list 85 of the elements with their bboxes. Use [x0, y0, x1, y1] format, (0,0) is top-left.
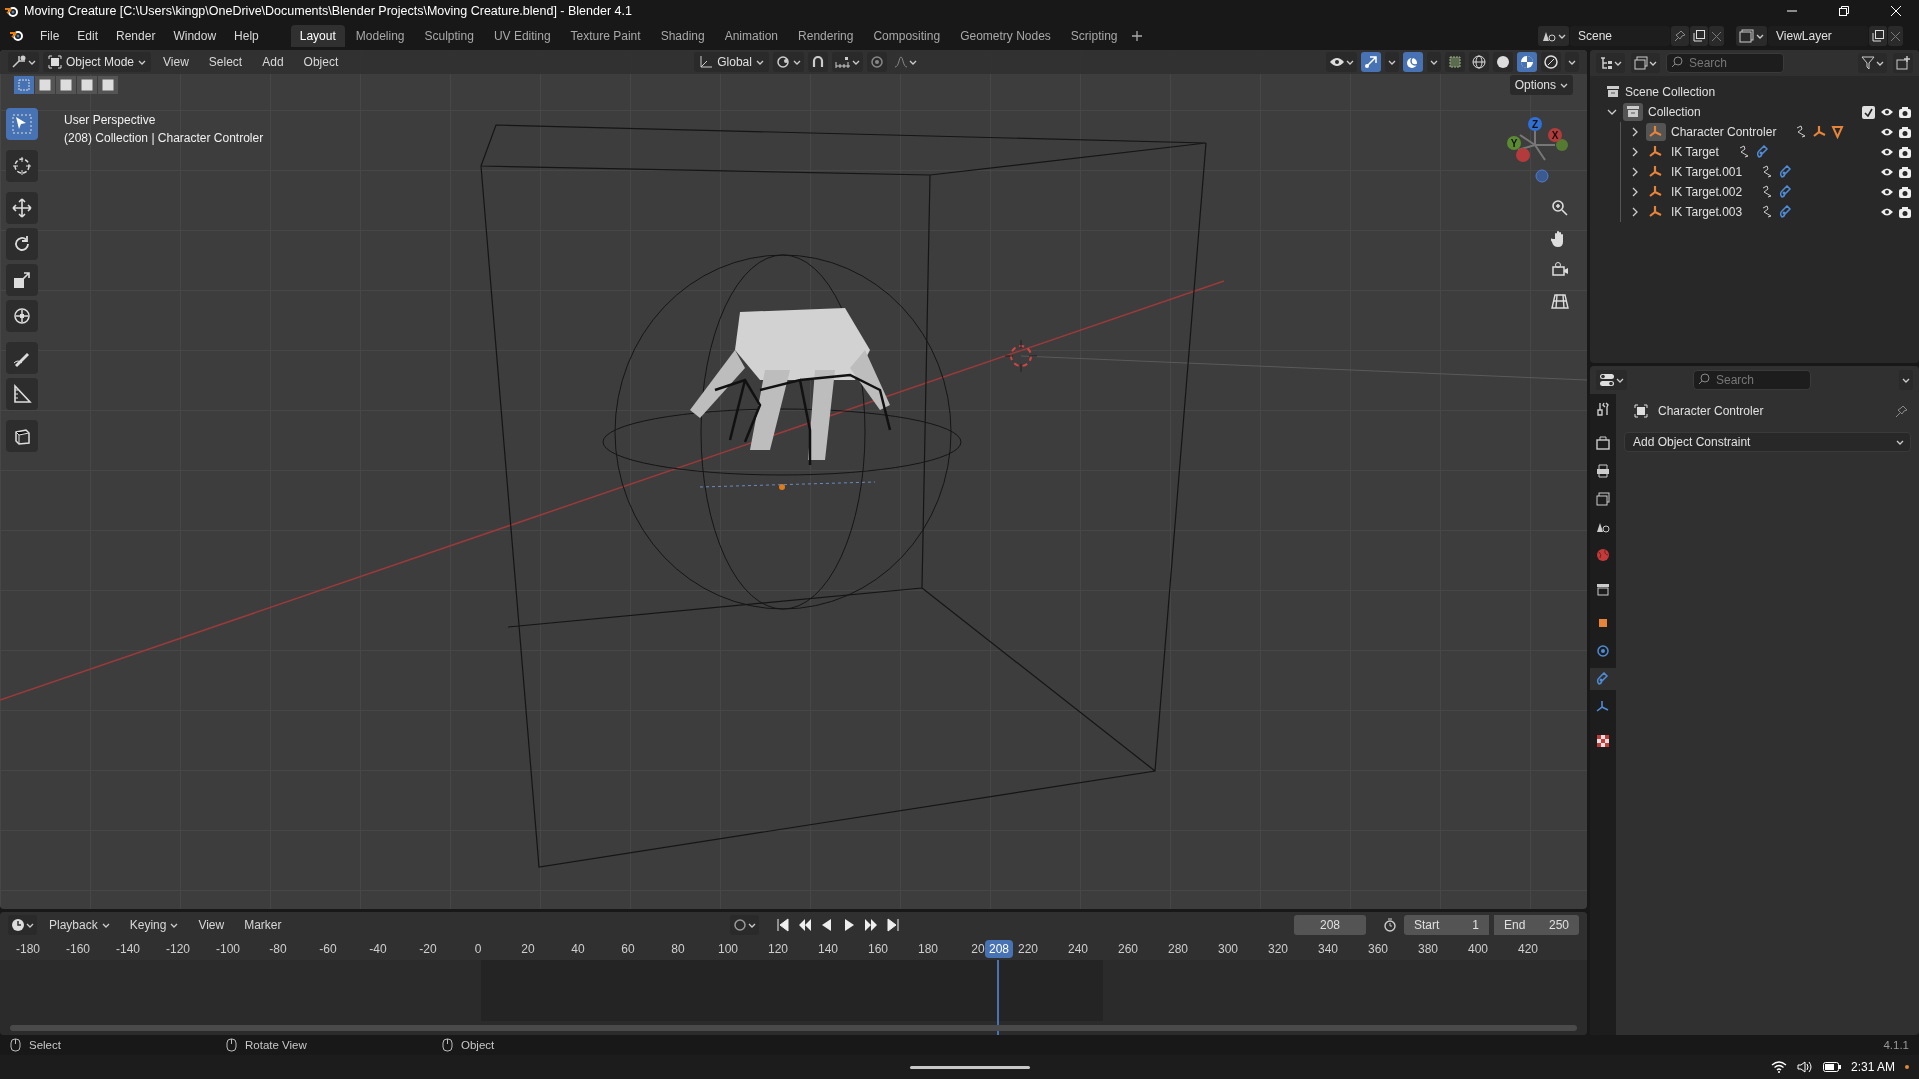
frame-number: 240 [1068, 942, 1088, 956]
viewport-panel[interactable]: Object Mode View Select Add Object Global Options User Perspective (208) Collection | Character Controler Z Y X [0, 50, 1587, 909]
workspace-tab[interactable]: Texture Paint [561, 25, 650, 47]
menu-item[interactable]: Render [108, 26, 164, 46]
end-frame-field[interactable]: End 250 [1494, 915, 1579, 935]
frame-number: -100 [216, 942, 240, 956]
frame-number: -160 [66, 942, 90, 956]
workspace-tab[interactable]: Scripting [1061, 25, 1127, 47]
menu-item[interactable]: Help [226, 26, 267, 46]
frame-number: -180 [16, 942, 40, 956]
options-dropdown[interactable]: Options [1509, 75, 1573, 95]
view-name: User Perspective [64, 112, 157, 129]
orientation-dropdown[interactable]: Global [694, 52, 769, 72]
menu-item[interactable]: View [190, 915, 233, 935]
frame-number: 100 [718, 942, 738, 956]
menu-item[interactable]: File [32, 26, 68, 46]
frame-number: 160 [868, 942, 888, 956]
menu-item[interactable]: Window [165, 26, 225, 46]
tree-item[interactable]: Collection [1648, 105, 1701, 119]
frame-number: 0 [474, 942, 482, 956]
tree-item[interactable]: IK Target.003 [1671, 205, 1743, 219]
start-frame-field[interactable]: Start 1 [1404, 915, 1489, 935]
workspace-tab[interactable]: Rendering [789, 25, 863, 47]
shortcut-hint: Select [29, 1039, 61, 1051]
frame-number: 420 [1518, 942, 1538, 956]
frame-number: 260 [1118, 942, 1138, 956]
axis-gizmo[interactable]: Z Y X [1507, 117, 1568, 183]
menu-item[interactable]: Add [254, 52, 292, 72]
frame-number: -140 [116, 942, 140, 956]
frame-number: 360 [1368, 942, 1388, 956]
selection-info: (208) Collection | Character Controler [64, 130, 264, 147]
workspace-tab[interactable]: Shading [651, 25, 714, 47]
frame-number: -20 [419, 942, 437, 956]
shortcut-hint: Object [461, 1039, 495, 1051]
frame-number: 320 [1268, 942, 1288, 956]
window-title: Moving Creature [C:\Users\kingp\OneDrive\Documents\Blender Projects\Moving Creature.blend] - Blender 4.1 [24, 4, 632, 18]
frame-number: 120 [768, 942, 788, 956]
tree-item[interactable]: Scene Collection [1625, 85, 1716, 99]
workspace-tab[interactable]: UV Editing [484, 25, 560, 47]
version-label: 4.1.1 [1883, 1039, 1909, 1051]
workspace-tab[interactable]: Layout [290, 25, 345, 47]
workspace-tab[interactable]: Animation [715, 25, 788, 47]
scene-field[interactable]: Scene [1570, 26, 1670, 46]
search-field[interactable]: Search [1693, 370, 1811, 390]
frame-number: 380 [1418, 942, 1438, 956]
frame-number: -80 [269, 942, 287, 956]
menu-item[interactable]: Edit [69, 26, 107, 46]
menu-item[interactable]: Select [200, 52, 251, 72]
workspace-tab[interactable]: Sculpting [415, 25, 483, 47]
clock-time: 2:31 AM [1850, 1060, 1895, 1074]
frame-number: 220 [1018, 942, 1038, 956]
frame-number: 300 [1218, 942, 1238, 956]
menu-item[interactable]: Keying [121, 915, 187, 935]
frame-number: 80 [671, 942, 685, 956]
tree-item[interactable]: Character Controler [1671, 125, 1777, 139]
frame-number: 280 [1168, 942, 1188, 956]
view-layer-field[interactable]: ViewLayer [1768, 26, 1868, 46]
frame-number: 140 [818, 942, 838, 956]
workspace-tab[interactable]: Modeling [346, 25, 414, 47]
frame-number: 180 [918, 942, 938, 956]
menu-item[interactable]: View [155, 52, 197, 72]
frame-number: 400 [1468, 942, 1488, 956]
current-frame-field[interactable]: 208 [1294, 915, 1366, 935]
workspace-tab[interactable]: Geometry Nodes [951, 25, 1060, 47]
menu-item[interactable]: Marker [236, 915, 290, 935]
tree-item[interactable]: IK Target [1671, 145, 1719, 159]
object-name: Character Controler [1658, 404, 1764, 418]
frame-number: -120 [166, 942, 190, 956]
menu-item[interactable]: Playback [41, 915, 118, 935]
tree-item[interactable]: IK Target.002 [1671, 185, 1743, 199]
frame-number: 20 [521, 942, 535, 956]
frame-number: -40 [369, 942, 387, 956]
mode-dropdown[interactable]: Object Mode [43, 52, 152, 72]
add-constraint-dropdown[interactable]: Add Object Constraint [1624, 432, 1911, 452]
frame-number: 60 [621, 942, 635, 956]
tree-item[interactable]: IK Target.001 [1671, 165, 1743, 179]
workspace-tab[interactable]: Compositing [864, 25, 950, 47]
frame-number: -60 [319, 942, 337, 956]
search-field[interactable]: Search [1666, 53, 1784, 73]
frame-number: 20 [971, 942, 985, 956]
frame-number: 340 [1318, 942, 1338, 956]
frame-number: 40 [571, 942, 585, 956]
menu-item[interactable]: Object [295, 52, 347, 72]
shortcut-hint: Rotate View [245, 1039, 307, 1051]
playhead-frame[interactable]: 208 [985, 940, 1014, 958]
